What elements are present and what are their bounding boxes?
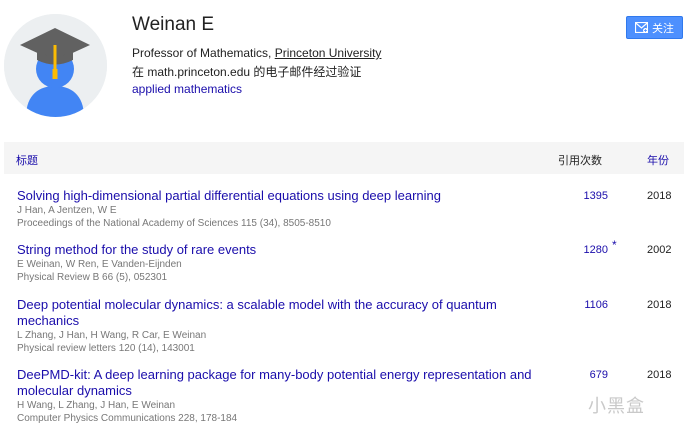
article-venue: Physical Review B 66 (5), 052301 [17,272,168,283]
cited-by-count-link[interactable]: 1280 [568,244,608,256]
follow-button[interactable]: 关注 [626,16,683,39]
verified-email: 在 math.princeton.edu 的电子邮件经过验证 [132,65,362,79]
article-title-link[interactable]: Solving high-dimensional partial differe… [17,188,537,204]
article-authors: E Weinan, W Ren, E Vanden-Eijnden [17,259,182,270]
profile-affiliation: Professor of Mathematics, Princeton Univ… [132,46,381,60]
column-title-header[interactable]: 标题 [16,152,38,168]
column-year-header[interactable]: 年份 [647,152,669,168]
table-header: 标题 引用次数 年份 [4,142,684,174]
article-year: 2018 [647,190,672,202]
column-cited-by-header[interactable]: 引用次数 [558,152,602,168]
research-interest-link[interactable]: applied mathematics [132,82,242,96]
article-venue: Physical review letters 120 (14), 143001 [17,343,195,354]
article-title-link[interactable]: String method for the study of rare even… [17,242,537,258]
affiliation-link[interactable]: Princeton University [275,46,382,60]
article-title-link[interactable]: Deep potential molecular dynamics: a sca… [17,297,537,329]
article-year: 2018 [647,299,672,311]
article-authors: J Han, A Jentzen, W E [17,205,117,216]
scholar-profile-page: Weinan E Professor of Mathematics, Princ… [0,0,694,426]
article-venue: Proceedings of the National Academy of S… [17,218,331,229]
article-venue: Computer Physics Communications 228, 178… [17,413,238,424]
follow-label: 关注 [652,22,674,35]
article-authors: H Wang, L Zhang, J Han, E Weinan [17,400,176,411]
article-year: 2002 [647,244,672,256]
cited-by-count-link[interactable]: 1395 [568,190,608,202]
graduation-cap-avatar-icon [4,14,107,117]
cited-by-count-link[interactable]: 679 [568,369,608,381]
envelope-icon [635,22,648,33]
affiliation-text: Professor of Mathematics, [132,46,275,60]
article-title-link[interactable]: DeePMD-kit: A deep learning package for … [17,367,537,399]
article-year: 2018 [647,369,672,381]
cited-by-count-link[interactable]: 1106 [568,299,608,311]
profile-name: Weinan E [132,14,215,35]
merged-citations-star[interactable]: * [612,238,617,252]
article-authors: L Zhang, J Han, H Wang, R Car, E Weinan [17,330,207,341]
watermark: 小黑盒 [588,396,645,417]
